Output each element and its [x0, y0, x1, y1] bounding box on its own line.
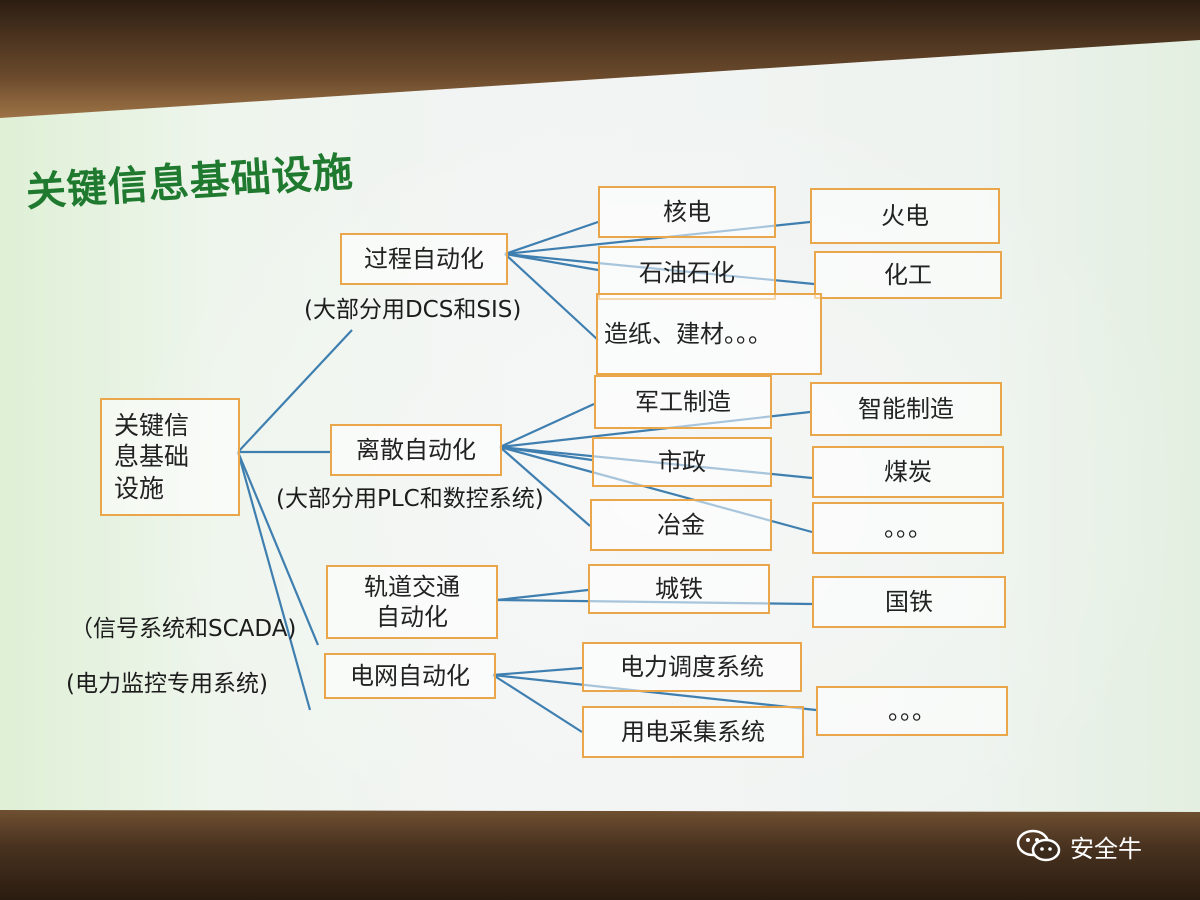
leaf-nuclear-power: 核电: [598, 186, 776, 238]
leaf-chemical: 化工: [814, 251, 1002, 299]
leaf-ellipsis-grid: 。。。: [816, 686, 1008, 736]
leaf-thermal-power: 火电: [810, 188, 1000, 244]
leaf-petrochemical: 石油石化: [598, 246, 776, 300]
leaf-electricity-metering-system: 用电采集系统: [582, 706, 804, 758]
root-node-critical-infrastructure: 关键信 息基础 设施: [100, 398, 240, 516]
category-discrete-automation: 离散自动化: [330, 424, 502, 476]
leaf-national-railway: 国铁: [812, 576, 1006, 628]
watermark: 安全牛: [1016, 826, 1142, 866]
connector-discrete-military: [499, 402, 595, 449]
category-process-automation: 过程自动化: [340, 233, 508, 285]
note-process-automation: (大部分用DCS和SIS): [304, 297, 522, 323]
leaf-urban-rail: 城铁: [588, 564, 770, 614]
note-power-grid: (电力监控专用系统): [66, 671, 268, 697]
leaf-ellipsis-discrete: 。。。: [812, 502, 1004, 554]
leaf-municipal: 市政: [592, 437, 772, 487]
category-power-grid-automation: 电网自动化: [324, 653, 496, 699]
connector-rail-metro: [496, 588, 589, 602]
wechat-icon: [1016, 829, 1061, 862]
note-discrete-automation: (大部分用PLC和数控系统): [276, 486, 544, 512]
leaf-paper-building-materials: 造纸、建材。。。: [596, 293, 822, 375]
leaf-smart-manufacturing: 智能制造: [810, 382, 1002, 436]
leaf-military-manufacturing: 军工制造: [594, 375, 772, 429]
connector-grid-dispatch: [492, 666, 583, 677]
watermark-text: 安全牛: [1070, 834, 1142, 863]
leaf-coal: 煤炭: [812, 446, 1004, 498]
leaf-metallurgy: 冶金: [590, 499, 772, 551]
category-rail-transit-automation: 轨道交通 自动化: [326, 565, 498, 639]
leaf-power-dispatch-system: 电力调度系统: [582, 642, 802, 692]
note-rail-transit: （信号系统和SCADA): [70, 616, 297, 642]
